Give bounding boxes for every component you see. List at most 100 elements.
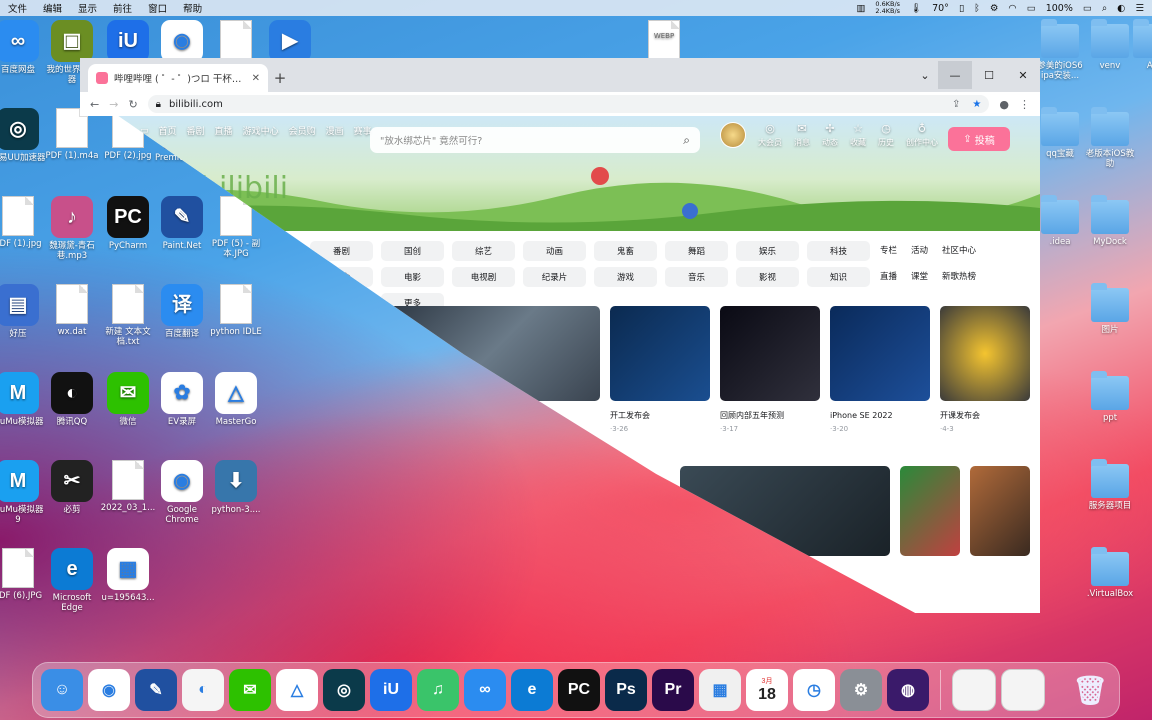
channel-item[interactable]: 鬼畜 xyxy=(594,241,657,261)
desktop-folder[interactable]: .idea xyxy=(1032,195,1088,247)
desktop-icon[interactable]: M MuMu模拟器9 xyxy=(0,460,46,525)
channel-item[interactable]: 娱乐 xyxy=(736,241,799,261)
desktop-folder[interactable]: .VirtualBox xyxy=(1082,547,1138,599)
notification-icon[interactable]: ☰ xyxy=(1135,3,1144,14)
nav-vip[interactable]: ◎ 大会员 xyxy=(758,122,782,148)
desktop-icon[interactable]: PDF (6).JPG xyxy=(0,548,46,601)
nav-favorites[interactable]: ☆ 收藏 xyxy=(850,122,866,148)
channel-item[interactable]: 电影 xyxy=(381,267,444,287)
dock-launchpad-icon[interactable]: ▦ xyxy=(699,669,741,711)
video-thumb-1[interactable] xyxy=(610,306,710,401)
dock-settings-icon[interactable]: ⚙ xyxy=(840,669,882,711)
video-thumb-4[interactable] xyxy=(940,306,1030,401)
desktop-icon[interactable] xyxy=(208,20,264,63)
dock-baidu-netdisk-icon[interactable]: ∞ xyxy=(464,669,506,711)
dock-qq-icon[interactable]: ◐ xyxy=(182,669,224,711)
control-center-icon[interactable]: ◐ xyxy=(1117,3,1125,14)
nav-esports[interactable]: 赛事 xyxy=(354,124,372,137)
nav-anime[interactable]: 番剧 xyxy=(187,124,205,137)
phone-icon[interactable]: ▯ xyxy=(959,3,964,14)
dock-wechat-icon[interactable]: ✉ xyxy=(229,669,271,711)
side-link[interactable]: 直播 xyxy=(880,270,897,282)
side-link[interactable]: 课堂 xyxy=(911,270,928,282)
gear-icon[interactable]: ⚙ xyxy=(990,3,999,14)
nav-dynamics[interactable]: ✢ 动态 xyxy=(822,122,838,148)
menu-kebab-icon[interactable]: ⋮ xyxy=(1019,98,1030,111)
desktop-icon[interactable]: M MuMu模拟器 xyxy=(0,372,46,427)
search-icon[interactable]: ⌕ xyxy=(1102,3,1107,14)
menu-file[interactable]: 文件 xyxy=(0,1,35,15)
video-thumb-3[interactable] xyxy=(830,306,930,401)
channel-item[interactable]: 纪录片 xyxy=(523,267,586,287)
url-text[interactable]: bilibili.com xyxy=(169,99,223,110)
desktop-folder[interactable]: 服务器项目 xyxy=(1082,459,1138,511)
channel-item[interactable]: 知识 xyxy=(807,267,870,287)
video-title-2[interactable]: iPhone SE 2022 xyxy=(830,410,893,421)
dock-mastergo-icon[interactable]: △ xyxy=(276,669,318,711)
dock-photoshop-icon[interactable]: Ps xyxy=(605,669,647,711)
forward-icon[interactable]: → xyxy=(109,98,118,111)
channel-item[interactable]: 音乐 xyxy=(665,267,728,287)
desktop-folder[interactable]: ppt xyxy=(1082,371,1138,423)
wifi-icon[interactable]: ◠ xyxy=(1008,3,1016,14)
search-icon[interactable]: ⌕ xyxy=(683,133,690,148)
channel-item[interactable]: 游戏 xyxy=(594,267,657,287)
tab-search-icon[interactable]: ⌄ xyxy=(912,61,938,89)
dock-siri-icon[interactable]: ◍ xyxy=(887,669,929,711)
video-thumb-carousel[interactable] xyxy=(380,306,600,401)
desktop-folder[interactable]: 图片 xyxy=(1082,283,1138,335)
battery-icon[interactable]: ▭ xyxy=(1083,3,1092,14)
browser-titlebar[interactable]: 哔哩哔哩 ( ゜- ゜)つロ 干杯~-bili... ✕ + ⌄ — ☐ ✕ xyxy=(80,58,1040,92)
channel-item[interactable]: 影视 xyxy=(736,267,799,287)
side-link[interactable]: 活动 xyxy=(911,244,928,256)
channel-item[interactable]: 舞蹈 xyxy=(665,241,728,261)
back-icon[interactable]: ← xyxy=(90,98,99,111)
dock-premiere-icon[interactable]: Pr xyxy=(652,669,694,711)
video-thumb-2[interactable] xyxy=(720,306,820,401)
nav-game-center[interactable]: 游戏中心 xyxy=(243,124,279,137)
maximize-button[interactable]: ☐ xyxy=(972,61,1006,89)
video-thumb-7[interactable] xyxy=(680,466,890,556)
tab-bilibili[interactable]: 哔哩哔哩 ( ゜- ゜)つロ 干杯~-bili... ✕ xyxy=(88,64,268,92)
video-title-4[interactable]: 开工发布会 xyxy=(610,410,650,421)
dock-chrome-icon[interactable]: ◉ xyxy=(88,669,130,711)
desktop-folder[interactable]: 参美的iOS6 ipa安装... xyxy=(1032,19,1088,81)
video-title-1[interactable]: 开课发布会 xyxy=(940,410,980,421)
side-link[interactable]: 专栏 xyxy=(880,244,897,256)
dock-uu-icon[interactable]: ◎ xyxy=(323,669,365,711)
desktop-folder[interactable]: qq宝藏 xyxy=(1032,107,1088,159)
dock-pycharm-icon[interactable]: PC xyxy=(558,669,600,711)
side-link[interactable]: 新歌热榜 xyxy=(942,270,976,282)
dock-calendar-icon[interactable]: 3月 18 xyxy=(746,669,788,711)
tab-close-icon[interactable]: ✕ xyxy=(252,73,260,84)
address-bar[interactable]: 🔒︎ bilibili.com ⇪ ★ xyxy=(147,95,990,113)
menu-view[interactable]: 显示 xyxy=(70,1,105,15)
nav-creator-center[interactable]: ♁ 创作中心 xyxy=(906,122,938,148)
menu-window[interactable]: 窗口 xyxy=(140,1,175,15)
monitor-icon[interactable]: ▭ xyxy=(1027,3,1036,14)
dock-minimized-window-2[interactable] xyxy=(1001,669,1045,711)
dock-trash-icon[interactable]: 🗑︎ xyxy=(1069,669,1111,711)
dock-iu-icon[interactable]: iU xyxy=(370,669,412,711)
channel-item[interactable]: 资讯 xyxy=(310,293,373,313)
profile-icon[interactable]: ● xyxy=(999,98,1009,111)
minimize-button[interactable]: — xyxy=(938,61,972,89)
bookmark-star-icon[interactable]: ★ xyxy=(972,99,981,110)
dock-music-icon[interactable]: ♫ xyxy=(417,669,459,711)
channel-item[interactable]: 番剧 xyxy=(310,241,373,261)
desktop-icon[interactable]: ◎ 网易UU加速器 xyxy=(0,108,46,163)
dock-clock-icon[interactable]: ◷ xyxy=(793,669,835,711)
channel-item[interactable]: 国创 xyxy=(381,241,444,261)
menu-go[interactable]: 前往 xyxy=(105,1,140,15)
webp-file[interactable]: WEBP xyxy=(636,20,692,63)
video-thumb-6[interactable] xyxy=(970,466,1030,556)
nav-history[interactable]: ◷ 历史 xyxy=(878,122,894,148)
upload-button[interactable]: ⇪ 投稿 xyxy=(948,127,1010,151)
dock-minimized-window-1[interactable] xyxy=(952,669,996,711)
nav-member-shop[interactable]: 会员购 xyxy=(289,124,316,137)
dock-paint-icon[interactable]: ✎ xyxy=(135,669,177,711)
reload-icon[interactable]: ↻ xyxy=(128,98,137,111)
channel-item[interactable]: 综艺 xyxy=(452,241,515,261)
nav-manga[interactable]: 漫画 xyxy=(326,124,344,137)
share-icon[interactable]: ⇪ xyxy=(952,99,960,110)
